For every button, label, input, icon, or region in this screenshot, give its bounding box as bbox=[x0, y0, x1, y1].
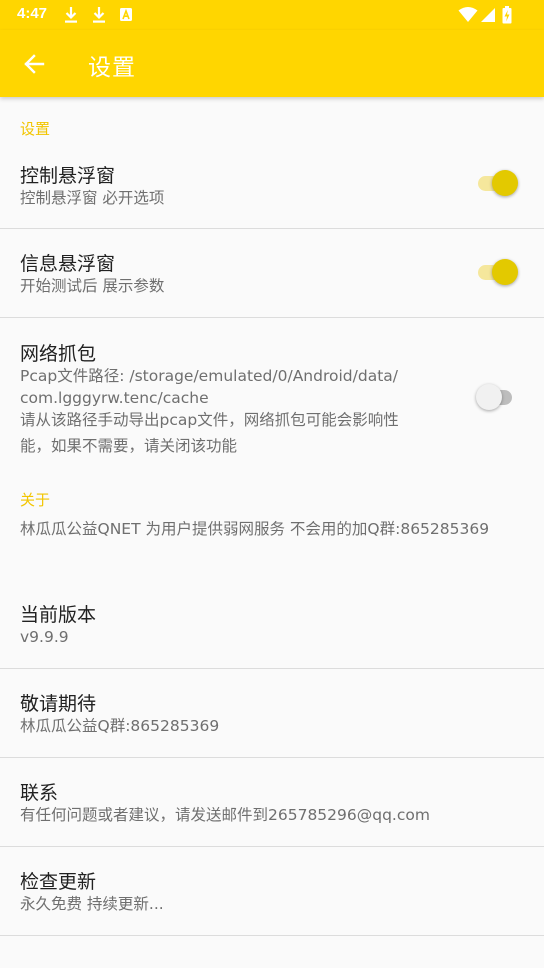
pref-summary: 开始测试后 展示参数 bbox=[20, 277, 165, 295]
pref-contact[interactable]: 联系 有任何问题或者建议，请发送邮件到265785296@qq.com bbox=[0, 758, 544, 847]
battery-charging-icon bbox=[502, 6, 512, 24]
pref-title: 敬请期待 bbox=[20, 693, 97, 715]
pref-summary: 有任何问题或者建议，请发送邮件到265785296@qq.com bbox=[20, 806, 430, 824]
pref-summary-line: 请从该路径手动导出pcap文件，网络抓包可能会影响性 bbox=[20, 411, 399, 429]
download-icon bbox=[93, 7, 105, 23]
switch-thumb bbox=[492, 170, 518, 196]
pref-check-update[interactable]: 检查更新 永久免费 持续更新... bbox=[0, 847, 544, 936]
wifi-icon bbox=[458, 7, 478, 22]
pref-summary-line: 能，如果不需要，请关闭该功能 bbox=[20, 437, 238, 455]
pref-summary-line: com.lgggyrw.tenc/cache bbox=[20, 389, 209, 407]
pref-title: 检查更新 bbox=[20, 871, 97, 893]
pref-summary: 控制悬浮窗 必开选项 bbox=[20, 189, 165, 207]
switch-thumb bbox=[476, 384, 502, 410]
packet-capture-switch[interactable] bbox=[476, 380, 514, 416]
pref-summary: 林瓜瓜公益Q群:865285369 bbox=[20, 717, 220, 735]
pref-stay-tuned[interactable]: 敬请期待 林瓜瓜公益Q群:865285369 bbox=[0, 669, 544, 758]
pref-packet-capture[interactable]: 网络抓包 Pcap文件路径: /storage/emulated/0/Andro… bbox=[0, 318, 544, 474]
float-info-switch[interactable] bbox=[478, 255, 518, 291]
pref-summary-line: Pcap文件路径: /storage/emulated/0/Android/da… bbox=[20, 367, 398, 385]
settings-screen: 4:47 设置 设置 控制悬浮窗 控制悬浮窗 必开选项 信息悬浮窗 开始测试后 … bbox=[0, 0, 544, 968]
pref-title: 信息悬浮窗 bbox=[20, 253, 116, 275]
pref-title: 控制悬浮窗 bbox=[20, 165, 116, 187]
pref-summary: v9.9.9 bbox=[20, 628, 69, 646]
page-title: 设置 bbox=[88, 55, 136, 81]
app-bar: 设置 bbox=[0, 30, 544, 97]
status-system-icons bbox=[458, 6, 528, 24]
a-box-icon bbox=[120, 8, 132, 21]
pref-float-control[interactable]: 控制悬浮窗 控制悬浮窗 必开选项 bbox=[0, 153, 544, 229]
pref-about-intro[interactable]: 林瓜瓜公益QNET 为用户提供弱网服务 不会用的加Q群:865285369 bbox=[0, 520, 544, 580]
status-bar: 4:47 bbox=[0, 0, 544, 30]
pref-summary: 永久免费 持续更新... bbox=[20, 895, 164, 913]
switch-thumb bbox=[492, 259, 518, 285]
pref-version[interactable]: 当前版本 v9.9.9 bbox=[0, 580, 544, 669]
category-settings: 设置 bbox=[20, 120, 51, 138]
pref-title: 联系 bbox=[20, 782, 59, 804]
cell-signal-icon bbox=[481, 8, 495, 22]
download-icon bbox=[65, 7, 77, 23]
pref-title: 网络抓包 bbox=[20, 343, 97, 365]
pref-float-info[interactable]: 信息悬浮窗 开始测试后 展示参数 bbox=[0, 229, 544, 318]
pref-summary: 林瓜瓜公益QNET 为用户提供弱网服务 不会用的加Q群:865285369 bbox=[20, 520, 490, 538]
float-control-switch[interactable] bbox=[478, 166, 518, 202]
status-time: 4:47 bbox=[17, 5, 48, 22]
arrow-back-icon bbox=[24, 54, 45, 74]
pref-title: 当前版本 bbox=[20, 604, 97, 626]
preference-list[interactable]: 设置 控制悬浮窗 控制悬浮窗 必开选项 信息悬浮窗 开始测试后 展示参数 网络抓… bbox=[0, 97, 544, 936]
back-button[interactable] bbox=[14, 44, 54, 84]
